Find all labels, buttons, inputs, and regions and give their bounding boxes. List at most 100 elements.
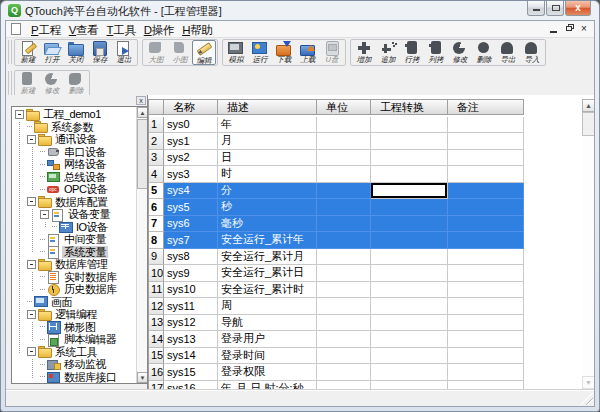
cell-desc[interactable]: 导航 <box>218 315 317 332</box>
cell-note[interactable] <box>448 331 524 348</box>
tree-item[interactable]: 串口设备 <box>12 146 136 159</box>
cell-name[interactable]: sys0 <box>164 117 218 134</box>
row-number[interactable]: 6 <box>149 199 164 216</box>
cell-name[interactable]: sys5 <box>164 199 218 216</box>
cell-desc[interactable]: 安全运行_累计月 <box>218 249 317 266</box>
cell-conversion[interactable] <box>371 117 448 134</box>
toolbar-button-pac-d[interactable]: 修改 <box>40 71 64 96</box>
table-scrollbar[interactable]: ▲ ▼ <box>582 99 594 390</box>
cell-note[interactable] <box>448 216 524 233</box>
column-header[interactable]: 备注 <box>448 100 524 115</box>
tree-item[interactable]: 系统工具 <box>12 346 136 359</box>
toolbar-button-usb[interactable]: U盘 <box>320 40 344 65</box>
cell-unit[interactable] <box>317 150 371 167</box>
toolbar-button-run[interactable]: 运行 <box>248 40 272 65</box>
tree-item[interactable]: IO设备 <box>12 221 136 234</box>
cell-unit[interactable] <box>317 315 371 332</box>
toolbar-button-blob[interactable]: 大图 <box>144 40 168 65</box>
tree-item[interactable]: 数据库管理 <box>12 258 136 271</box>
menu-item-T[interactable]: T工具 <box>103 24 140 36</box>
row-number[interactable]: 10 <box>149 265 164 282</box>
menu-item-P[interactable]: P工程 <box>27 24 65 36</box>
cell-name[interactable]: sys15 <box>164 364 218 381</box>
resize-grip[interactable] <box>580 392 593 405</box>
row-number[interactable]: 17 <box>149 381 164 391</box>
row-number[interactable]: 2 <box>149 133 164 150</box>
title-bar[interactable]: Q QTouch跨平台自动化软件 - [工程管理器] x <box>1 1 599 20</box>
cell-name[interactable]: sys10 <box>164 282 218 299</box>
column-header[interactable]: 描述 <box>218 100 317 115</box>
cell-conversion[interactable] <box>371 216 448 233</box>
tree-item[interactable]: 通讯设备 <box>12 133 136 146</box>
cell-note[interactable] <box>448 381 524 391</box>
cell-conversion[interactable] <box>371 166 448 183</box>
row-number[interactable]: 11 <box>149 282 164 299</box>
cell-unit[interactable] <box>317 348 371 365</box>
cell-unit[interactable] <box>317 216 371 233</box>
toolbar-button-sq-d[interactable]: 新建 <box>16 71 40 96</box>
cell-conversion[interactable] <box>371 249 448 266</box>
toolbar-button-append[interactable]: 追加 <box>376 40 400 65</box>
toolbar-button-add[interactable]: 增加 <box>352 40 376 65</box>
row-number[interactable]: 14 <box>149 331 164 348</box>
row-number[interactable]: 12 <box>149 298 164 315</box>
tree-item[interactable]: 工程_demo1 <box>12 108 136 121</box>
toolbar-button-save[interactable]: 保存 <box>88 40 112 65</box>
tree-item[interactable]: 数据库接口 <box>12 371 136 384</box>
toolbar-button-blob2[interactable]: 小图 <box>168 40 192 65</box>
cell-note[interactable] <box>448 133 524 150</box>
cell-desc[interactable]: 年 <box>218 117 317 134</box>
cell-name[interactable]: sys4 <box>164 183 218 200</box>
tree-expander-icon[interactable] <box>27 135 36 144</box>
toolbar-button-down[interactable]: 下载 <box>272 40 296 65</box>
cell-unit[interactable] <box>317 282 371 299</box>
cell-name[interactable]: sys9 <box>164 265 218 282</box>
tree-item[interactable]: 网络设备 <box>12 158 136 171</box>
cell-unit[interactable] <box>317 166 371 183</box>
toolbar-button-pac[interactable]: 修改 <box>448 40 472 65</box>
cell-note[interactable] <box>448 282 524 299</box>
tree-scrollbar[interactable]: ▲ ▼ <box>136 107 147 383</box>
cell-name[interactable]: sys3 <box>164 166 218 183</box>
cell-conversion[interactable] <box>371 298 448 315</box>
cell-note[interactable] <box>448 364 524 381</box>
cell-unit[interactable] <box>317 232 371 249</box>
toolbar-button-edit[interactable]: 编辑 <box>192 40 216 65</box>
column-header[interactable]: 名称 <box>164 100 218 115</box>
cell-conversion[interactable] <box>371 150 448 167</box>
cell-name[interactable]: sys6 <box>164 216 218 233</box>
cell-note[interactable] <box>448 117 524 134</box>
cell-conversion[interactable] <box>371 331 448 348</box>
maximize-button[interactable] <box>546 1 564 16</box>
tree-item[interactable]: 实时数据库 <box>12 271 136 284</box>
cell-note[interactable] <box>448 249 524 266</box>
cell-note[interactable] <box>448 265 524 282</box>
cell-name[interactable]: sys1 <box>164 133 218 150</box>
cell-unit[interactable] <box>317 133 371 150</box>
row-number[interactable]: 5 <box>149 183 164 200</box>
cell-unit[interactable] <box>317 331 371 348</box>
row-number[interactable]: 3 <box>149 150 164 167</box>
toolbar-button-docsil[interactable]: 行拷 <box>400 40 424 65</box>
row-number[interactable]: 16 <box>149 364 164 381</box>
cell-unit[interactable] <box>317 199 371 216</box>
cell-note[interactable] <box>448 298 524 315</box>
cell-note[interactable] <box>448 315 524 332</box>
row-number[interactable]: 8 <box>149 232 164 249</box>
toolbar-button-docsil[interactable]: 列拷 <box>424 40 448 65</box>
cell-name[interactable]: sys8 <box>164 249 218 266</box>
toolbar-gripper[interactable] <box>8 71 12 95</box>
cell-conversion[interactable] <box>371 265 448 282</box>
toolbar-button-open[interactable]: 打开 <box>40 40 64 65</box>
row-number[interactable]: 13 <box>149 315 164 332</box>
cell-unit[interactable] <box>317 298 371 315</box>
cell-conversion[interactable] <box>371 232 448 249</box>
tree-item[interactable]: 逻辑编程 <box>12 308 136 321</box>
minimize-button[interactable] <box>527 1 545 16</box>
table-scroll-up-icon[interactable]: ▲ <box>582 99 594 112</box>
cell-conversion[interactable] <box>371 199 448 216</box>
toolbar-button-dome[interactable]: 导入 <box>520 40 544 65</box>
table-scroll-thumb[interactable] <box>582 112 594 136</box>
cell-unit[interactable] <box>317 364 371 381</box>
cell-conversion[interactable] <box>371 381 448 391</box>
